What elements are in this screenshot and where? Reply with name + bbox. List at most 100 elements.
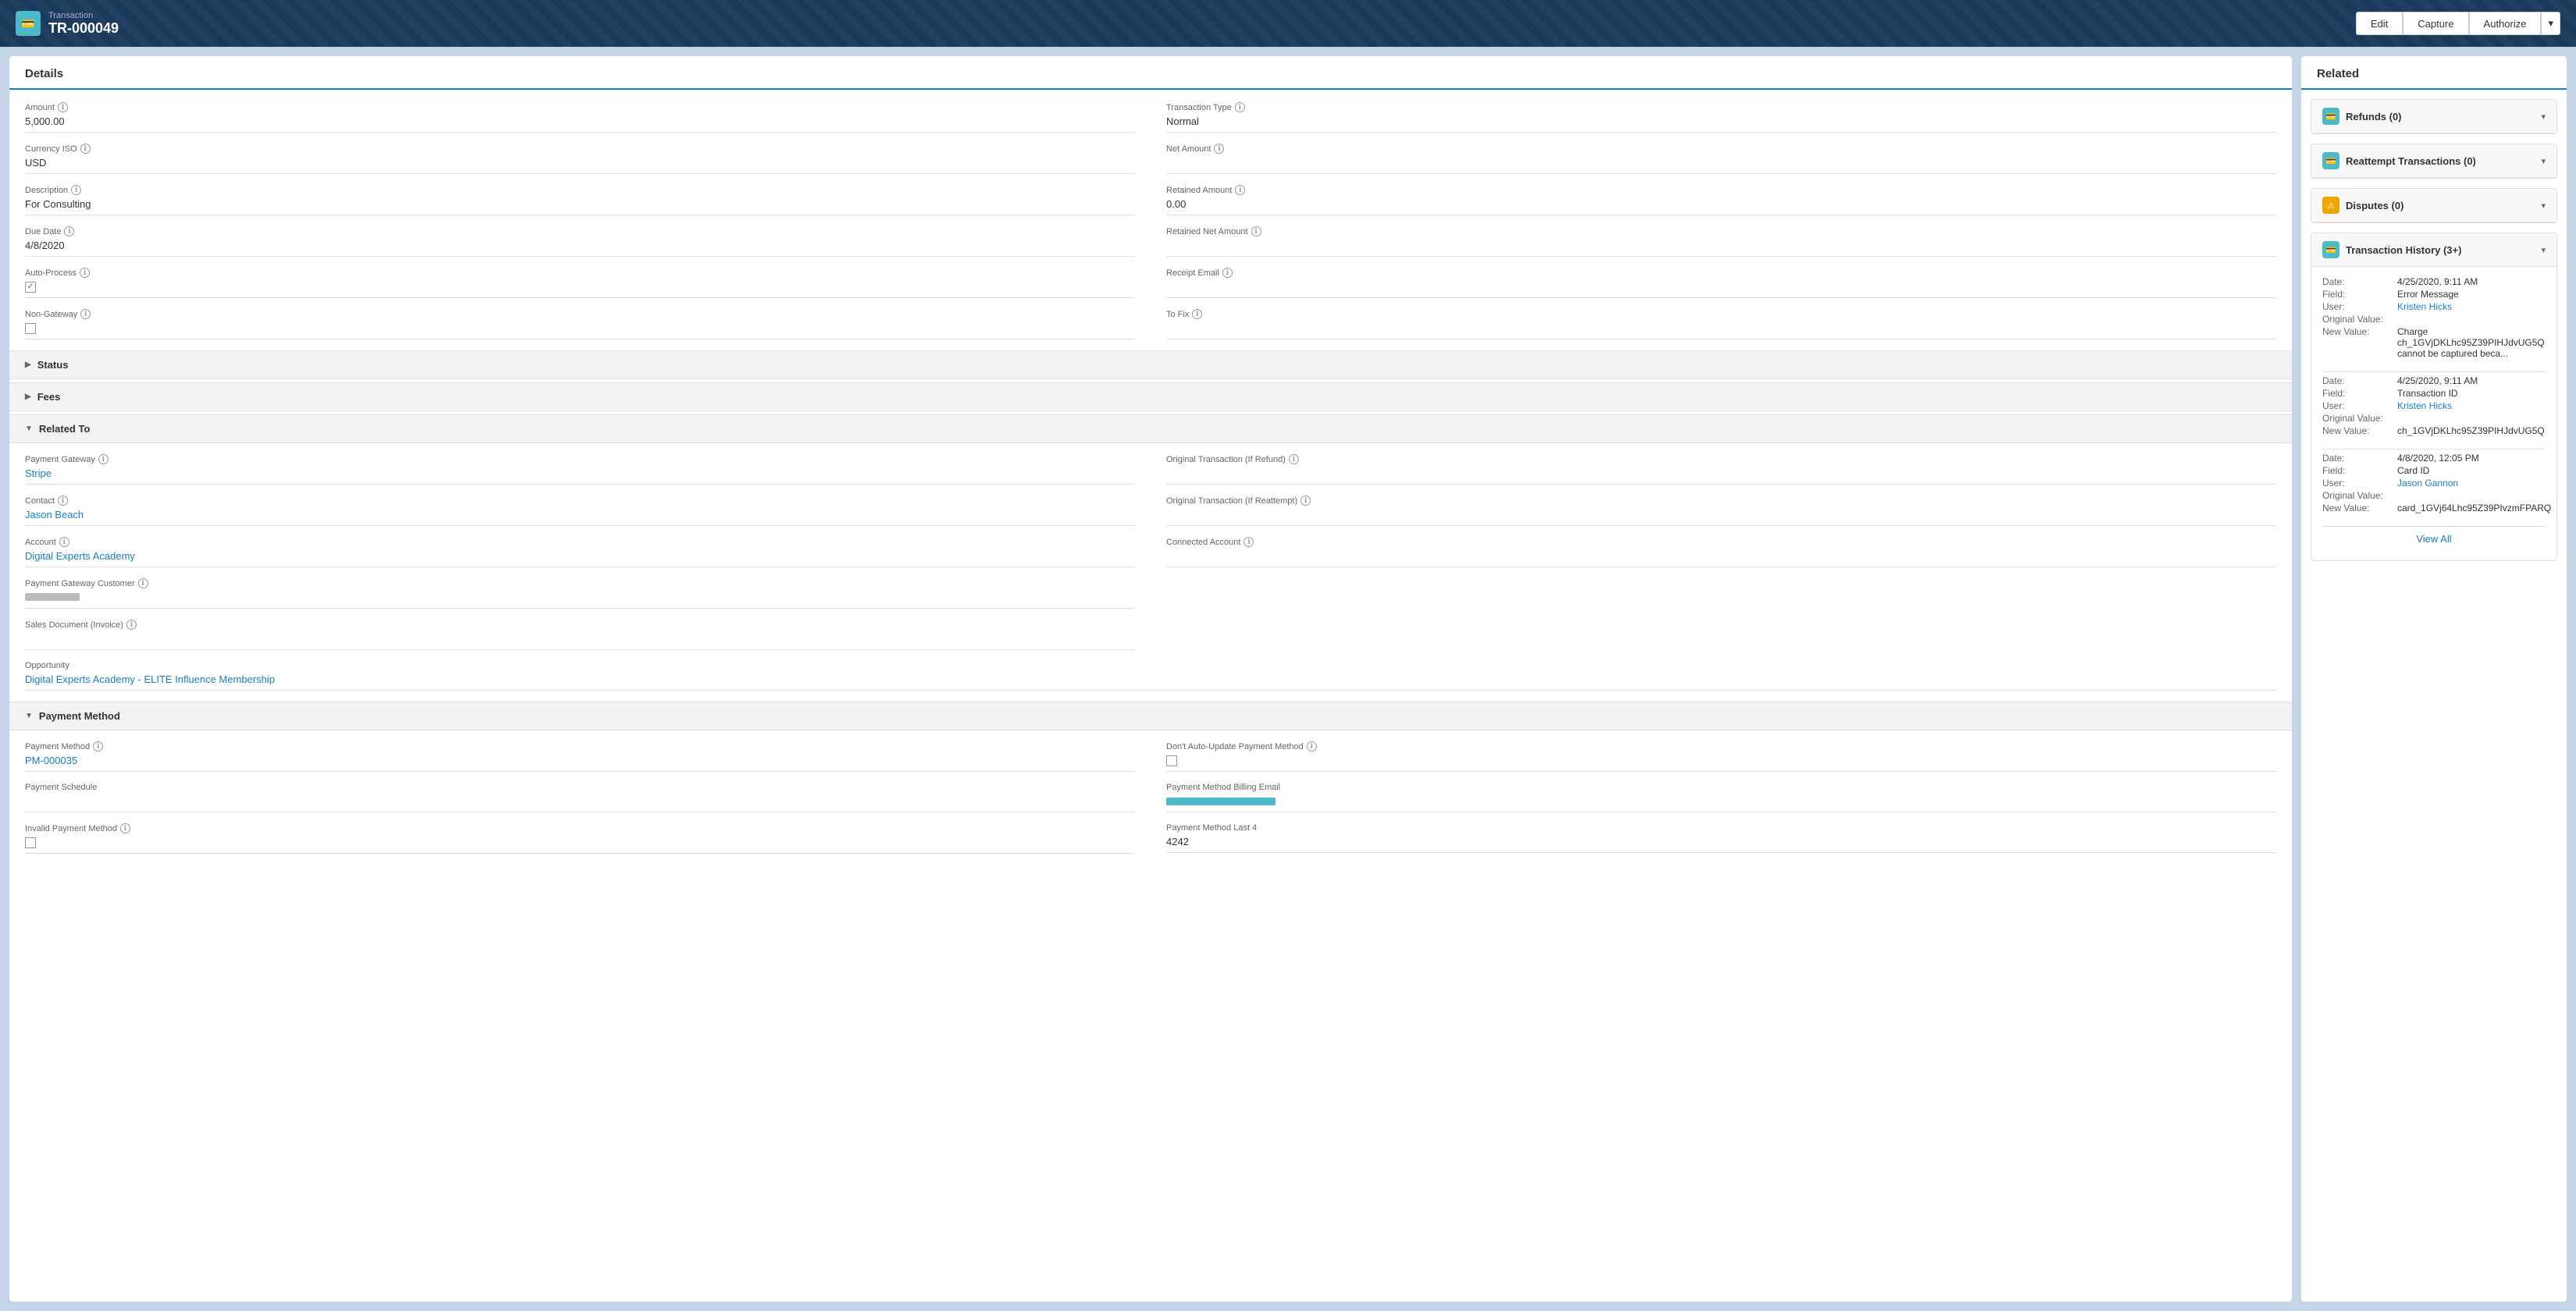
reattempt-header[interactable]: 💳 Reattempt Transactions (0) ▾ [2311,144,2556,178]
description-field-group: Description ℹ For Consulting ✏ [25,185,1135,215]
reattempt-dropdown-icon[interactable]: ▾ [2541,156,2546,166]
orig-reattempt-label: Original Transaction (If Reattempt) ℹ [1166,496,2276,506]
history-entry-2-date-value: 4/8/2020, 12:05 PM [2397,453,2479,464]
net-amount-field-group: Net Amount ℹ ✏ [1166,144,2276,174]
history-entry-2-field-value: Card ID [2397,465,2429,476]
history-entry-0-user-label: User: [2322,301,2393,312]
transaction-history-dropdown-icon[interactable]: ▾ [2541,245,2546,255]
auto-process-label: Auto-Process ℹ [25,268,1135,278]
payment-method-arrow-icon: ▼ [25,712,33,720]
related-to-right: Original Transaction (If Refund) ℹ ✏ Ori… [1166,454,2276,661]
retained-amount-label: Retained Amount ℹ [1166,185,2276,195]
retained-net-amount-info-icon[interactable]: ℹ [1251,226,1261,236]
retained-amount-info-icon[interactable]: ℹ [1235,185,1245,195]
history-entry-2-user-link[interactable]: Jason Gannon [2397,478,2458,489]
payment-gateway-info-icon[interactable]: ℹ [98,454,109,464]
dont-auto-update-checkbox[interactable] [1166,755,1177,766]
due-date-info-icon[interactable]: ℹ [64,226,74,236]
receipt-email-info-icon[interactable]: ℹ [1222,268,1233,278]
transaction-type-info-icon[interactable]: ℹ [1235,102,1245,112]
related-heading: Related [2301,56,2567,90]
pm-id-link[interactable]: PM-000035 [25,755,77,766]
invalid-payment-label: Invalid Payment Method ℹ [25,823,1135,833]
account-info-icon[interactable]: ℹ [59,537,69,547]
opportunity-link[interactable]: Digital Experts Academy - ELITE Influenc… [25,673,275,685]
receipt-email-field-group: Receipt Email ℹ ✏ [1166,268,2276,298]
invalid-payment-info-icon[interactable]: ℹ [120,823,130,833]
retained-net-amount-label: Retained Net Amount ℹ [1166,226,2276,236]
net-amount-label: Net Amount ℹ [1166,144,2276,154]
net-amount-value: ✏ [1166,155,2276,174]
payment-gateway-link[interactable]: Stripe [25,467,52,479]
related-to-section-header[interactable]: ▼ Related To [9,414,2292,443]
orig-reattempt-info-icon[interactable]: ℹ [1300,496,1311,506]
history-entry-0-field-row: Field: Error Message [2322,289,2546,300]
history-entry-0-new-value: Charge ch_1GVjDKLhc95Z39PIHJdvUG5Q canno… [2397,326,2546,359]
contact-info-icon[interactable]: ℹ [58,496,68,506]
history-entry-0: Date: 4/25/2020, 9:11 AM Field: Error Me… [2322,276,2546,359]
connected-account-info-icon[interactable]: ℹ [1244,537,1254,547]
non-gateway-checkbox[interactable] [25,323,36,334]
fees-section-header[interactable]: ▶ Fees [9,382,2292,411]
transaction-icon: 💳 [16,11,41,36]
orig-refund-info-icon[interactable]: ℹ [1289,454,1299,464]
pm-id-value: PM-000035 ✏ [25,753,1135,772]
amount-info-icon[interactable]: ℹ [58,102,68,112]
dont-auto-update-info-icon[interactable]: ℹ [1307,741,1317,751]
receipt-email-label: Receipt Email ℹ [1166,268,2276,278]
net-amount-info-icon[interactable]: ℹ [1214,144,1224,154]
history-entry-0-user-link[interactable]: Kristen Hicks [2397,301,2452,312]
payment-gateway-customer-info-icon[interactable]: ℹ [138,578,148,588]
currency-info-icon[interactable]: ℹ [80,144,91,154]
edit-button[interactable]: Edit [2356,12,2403,35]
disputes-section: ⚠ Disputes (0) ▾ [2311,188,2557,223]
payment-method-section-header[interactable]: ▼ Payment Method [9,702,2292,730]
right-fields: Transaction Type ℹ Normal ✏ Net Amount ℹ [1166,102,2276,350]
header-subtitle: Transaction [48,11,119,20]
disputes-dropdown-icon[interactable]: ▾ [2541,201,2546,211]
header-actions: Edit Capture Authorize ▾ [2356,12,2560,35]
pm-id-label: Payment Method ℹ [25,741,1135,751]
contact-link[interactable]: Jason Beach [25,509,84,520]
auto-process-value: ✏ [25,279,1135,298]
billing-email-masked [1166,798,1276,805]
details-form-grid: Amount ℹ 5,000.00 ✏ Currency ISO ℹ [25,102,2276,350]
description-info-icon[interactable]: ℹ [71,185,81,195]
history-entry-2-user-label: User: [2322,478,2393,489]
to-fix-info-icon[interactable]: ℹ [1192,309,1202,319]
refunds-header[interactable]: 💳 Refunds (0) ▾ [2311,100,2556,133]
to-fix-field-group: To Fix ℹ ✏ [1166,309,2276,339]
auto-process-info-icon[interactable]: ℹ [80,268,90,278]
non-gateway-info-icon[interactable]: ℹ [80,309,91,319]
account-link[interactable]: Digital Experts Academy [25,550,135,562]
status-arrow-icon: ▶ [25,361,31,369]
header-left: 💳 Transaction TR-000049 [16,11,119,37]
connected-account-field-group: Connected Account ℹ ✏ [1166,537,2276,567]
payment-method-right: Don't Auto-Update Payment Method ℹ ✏ Pay… [1166,741,2276,865]
history-entry-0-new-row: New Value: Charge ch_1GVjDKLhc95Z39PIHJd… [2322,326,2546,359]
account-value: Digital Experts Academy ✏ [25,549,1135,567]
invalid-payment-field-group: Invalid Payment Method ℹ ✏ [25,823,1135,854]
invalid-payment-checkbox[interactable] [25,837,36,848]
history-entry-1-user-link[interactable]: Kristen Hicks [2397,400,2452,411]
app-header: 💳 Transaction TR-000049 Edit Capture Aut… [0,0,2576,47]
auto-process-checkbox[interactable] [25,282,36,293]
account-label: Account ℹ [25,537,1135,547]
sales-document-info-icon[interactable]: ℹ [126,620,137,630]
related-to-label: Related To [39,423,91,435]
history-entry-2-new-row: New Value: card_1GVj64Lhc95Z39PIvzmFPARQ [2322,503,2546,513]
orig-refund-label: Original Transaction (If Refund) ℹ [1166,454,2276,464]
authorize-button[interactable]: Authorize [2469,12,2542,35]
history-entry-2-new-value: card_1GVj64Lhc95Z39PIvzmFPARQ [2397,503,2551,513]
refunds-dropdown-icon[interactable]: ▾ [2541,112,2546,122]
dropdown-button[interactable]: ▾ [2541,12,2560,35]
history-entry-1-field-label: Field: [2322,388,2393,399]
transaction-history-header[interactable]: 💳 Transaction History (3+) ▾ [2311,233,2556,267]
view-all-link[interactable]: View All [2416,533,2451,545]
status-section-header[interactable]: ▶ Status [9,350,2292,379]
capture-button[interactable]: Capture [2403,12,2468,35]
disputes-header[interactable]: ⚠ Disputes (0) ▾ [2311,189,2556,222]
non-gateway-value: ✏ [25,321,1135,339]
pm-id-info-icon[interactable]: ℹ [93,741,103,751]
auto-process-field-group: Auto-Process ℹ ✏ [25,268,1135,298]
